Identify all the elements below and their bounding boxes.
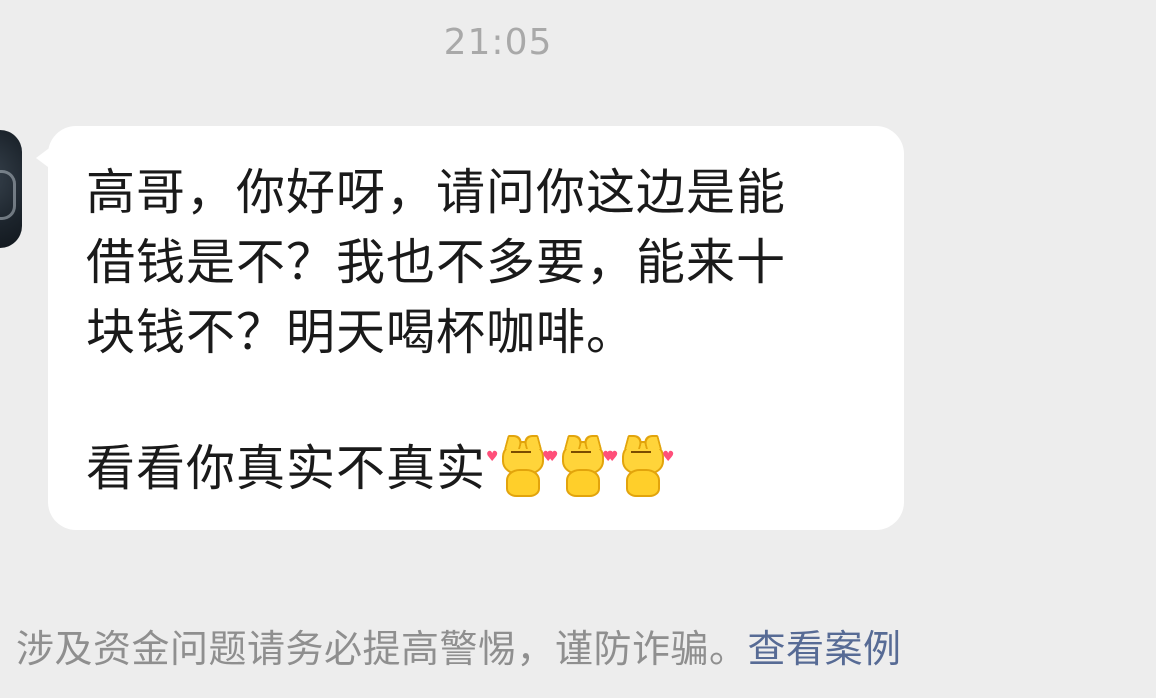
emoji-group: ♥ ♥ ♥ ♥ ♥ ♥ — [486, 439, 675, 516]
cat-heart-emoji-icon: ♥ ♥ — [546, 439, 615, 497]
message-text: 高哥，你好呀，请问你这边是能 借钱是不？我也不多要，能来十 块钱不？明天喝杯咖啡… — [86, 158, 886, 516]
message-last-line: 看看你真实不真实 — [86, 440, 487, 497]
cat-heart-emoji-icon: ♥ ♥ — [486, 439, 555, 497]
sender-avatar[interactable] — [0, 130, 22, 248]
message-line: 看看你真实不真实 ♥ ♥ ♥ ♥ ♥ ♥ — [86, 434, 886, 516]
fraud-warning-text: 涉及资金问题请务必提高警惕，谨防诈骗。 — [16, 627, 748, 671]
message-timestamp: 21:05 — [443, 22, 553, 63]
message-paragraph-gap — [86, 368, 886, 434]
message-line: 块钱不？明天喝杯咖啡。 — [86, 304, 637, 361]
chat-screen: 21:05 高哥，你好呀，请问你这边是能 借钱是不？我也不多要，能来十 块钱不？… — [0, 0, 1156, 698]
fraud-warning: 涉及资金问题请务必提高警惕，谨防诈骗。查看案例 — [16, 618, 902, 673]
avatar-image — [0, 170, 16, 220]
cat-heart-emoji-icon: ♥ ♥ — [606, 439, 675, 497]
message-line: 借钱是不？我也不多要，能来十 — [86, 234, 787, 291]
message-line: 高哥，你好呀，请问你这边是能 — [86, 164, 787, 221]
view-cases-link[interactable]: 查看案例 — [748, 627, 902, 671]
